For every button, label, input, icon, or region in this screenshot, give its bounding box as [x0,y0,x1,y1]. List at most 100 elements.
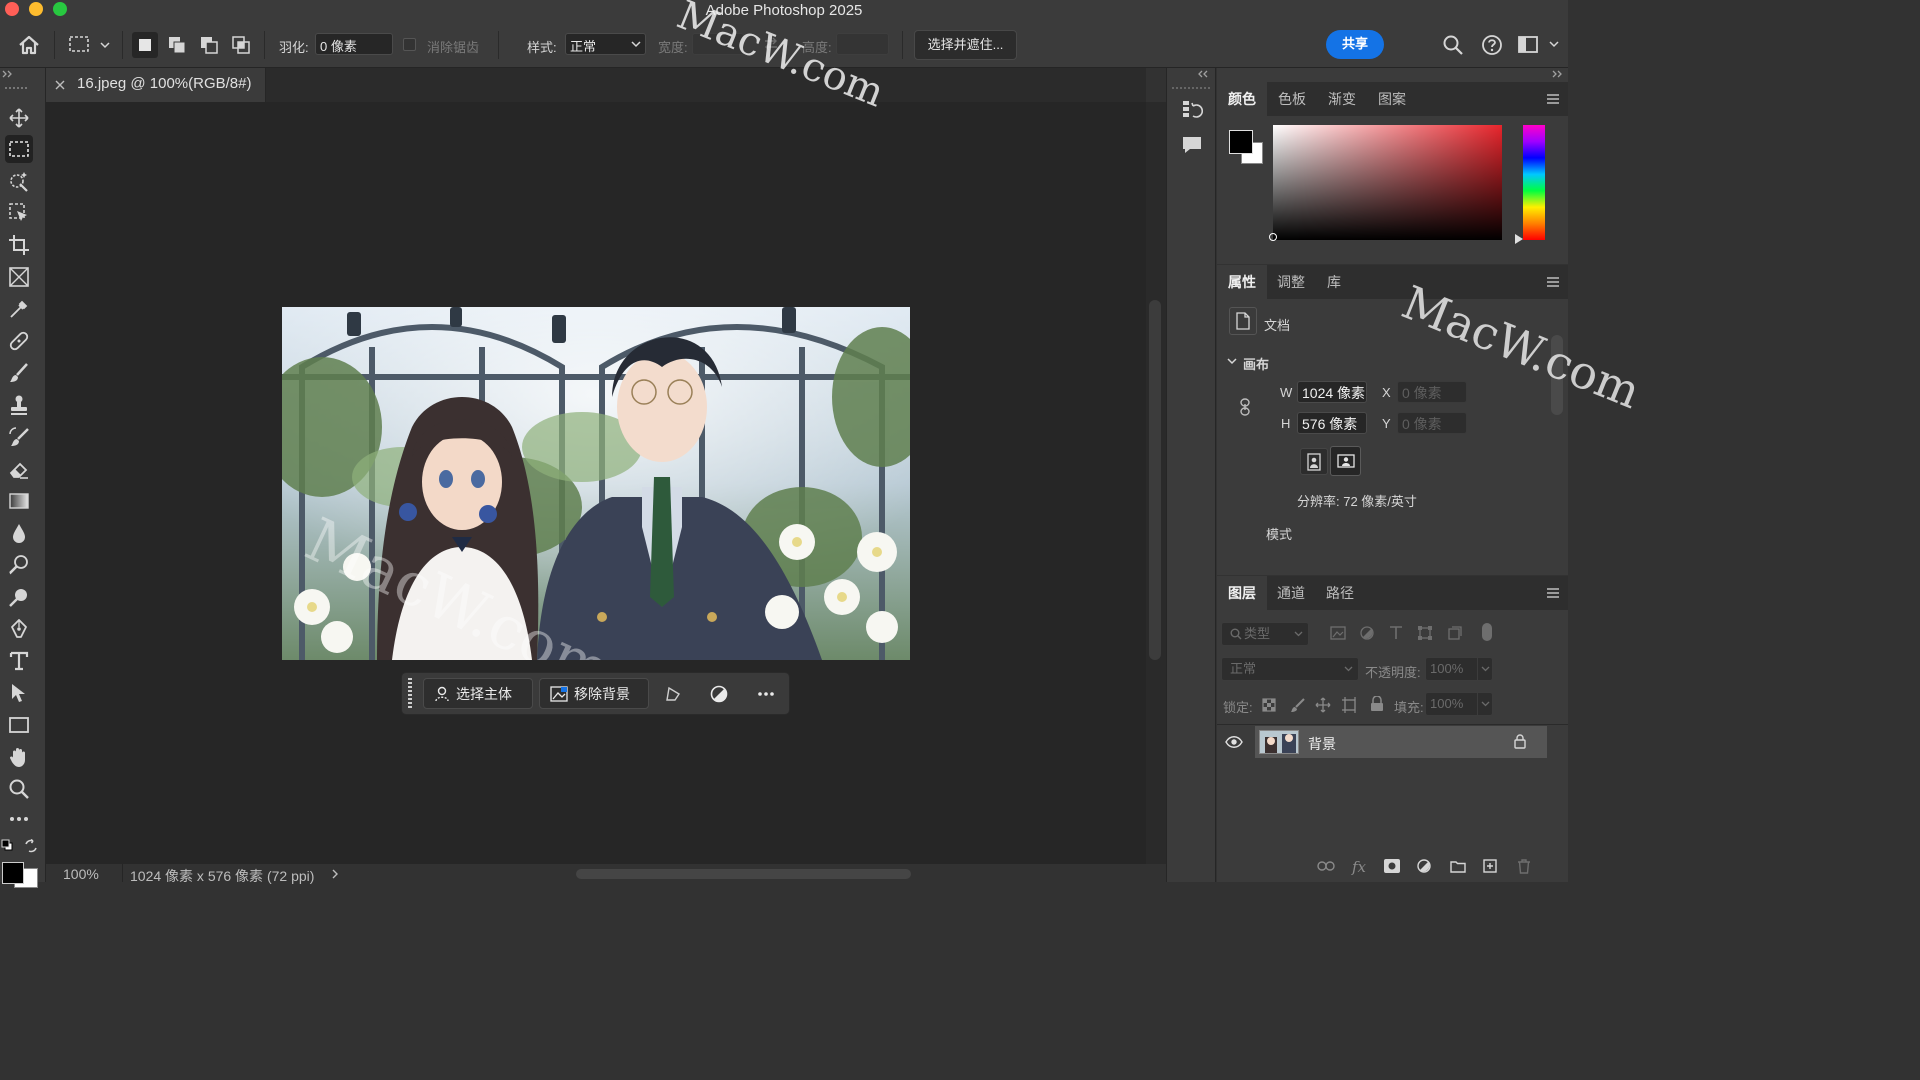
delete-layer-icon[interactable] [1517,859,1531,874]
pen-tool-icon[interactable] [5,615,33,643]
subtract-from-selection-icon[interactable] [196,32,222,58]
object-finder-tool-icon[interactable] [5,199,33,227]
height-input[interactable] [836,33,889,55]
crop-tool-icon[interactable] [5,231,33,259]
foreground-color-chip[interactable] [1229,130,1253,154]
type-tool-icon[interactable] [5,647,33,675]
document-tab[interactable]: 16.jpeg @ 100%(RGB/8#) [46,68,266,102]
tab-patterns[interactable]: 图案 [1367,82,1417,116]
opacity-input[interactable]: 100% [1425,657,1493,681]
history-brush-tool-icon[interactable] [5,423,33,451]
tab-paths[interactable]: 路径 [1315,576,1365,610]
more-options-icon[interactable] [757,686,775,702]
new-group-icon[interactable] [1450,860,1466,873]
collapse-toolbar-icon[interactable] [2,70,14,78]
filter-type-layer-icon[interactable] [1389,626,1403,640]
dodge-tool-icon[interactable] [5,551,33,579]
adjustment-icon[interactable] [710,685,728,703]
home-icon[interactable] [17,34,41,56]
remove-background-button[interactable]: 移除背景 [539,678,649,709]
layer-effects-icon[interactable]: fx [1352,858,1366,876]
history-panel-icon[interactable] [1181,98,1203,120]
canvas-x-input[interactable]: 0 像素 [1397,381,1467,403]
clone-stamp-tool-icon[interactable] [5,391,33,419]
eye-icon[interactable] [1225,736,1243,748]
style-select[interactable]: 正常 [565,33,646,55]
hue-slider-handle[interactable] [1515,234,1523,244]
vertical-scroll-thumb[interactable] [1149,300,1161,660]
filter-adjustment-layer-icon[interactable] [1360,626,1374,640]
tab-properties[interactable]: 属性 [1217,265,1267,299]
rectangle-tool-icon[interactable] [5,711,33,739]
color-picker-cursor[interactable] [1269,233,1277,241]
move-tool-icon[interactable] [5,104,33,132]
link-layers-icon[interactable] [1317,860,1335,872]
lock-position-icon[interactable] [1315,697,1331,713]
close-tab-icon[interactable] [55,80,65,90]
frame-tool-icon[interactable] [5,263,33,291]
eraser-tool-icon[interactable] [5,455,33,483]
tab-channels[interactable]: 通道 [1267,576,1315,610]
comments-panel-icon[interactable] [1181,134,1203,156]
filter-toggle-icon[interactable] [1482,623,1492,641]
toolbar-grip[interactable] [4,86,30,90]
document-info[interactable]: 1024 像素 x 576 像素 (72 ppi) [130,866,314,886]
foreground-color-swatch[interactable] [2,862,24,884]
lock-transparent-pixels-icon[interactable] [1262,698,1276,712]
canvas-y-input[interactable]: 0 像素 [1397,412,1467,434]
portrait-orientation-button[interactable] [1300,448,1328,475]
select-subject-button[interactable]: 选择主体 [423,678,533,709]
fill-input[interactable]: 100% [1425,692,1493,716]
new-selection-icon[interactable] [132,32,158,58]
intersect-selection-icon[interactable] [228,32,254,58]
document-image[interactable]: MacW.com [282,307,910,660]
horizontal-scroll-thumb[interactable] [576,869,911,879]
blend-mode-select[interactable]: 正常 [1221,657,1359,681]
panel-menu-icon[interactable] [1546,588,1560,598]
layer-row[interactable]: 背景 [1217,726,1568,758]
add-to-selection-icon[interactable] [164,32,190,58]
swap-colors-icon[interactable] [24,839,38,853]
tab-libraries[interactable]: 库 [1315,265,1353,299]
hue-slider[interactable] [1515,125,1545,244]
tab-swatches[interactable]: 色板 [1267,82,1317,116]
layer-name[interactable]: 背景 [1308,734,1336,754]
link-dimensions-icon[interactable] [1239,398,1251,416]
blur-tool-icon[interactable] [5,519,33,547]
transform-icon[interactable] [664,685,682,703]
width-input[interactable] [692,33,744,55]
lock-all-icon[interactable] [1370,696,1384,712]
chevron-down-icon[interactable] [1227,357,1237,365]
panel-menu-icon[interactable] [1546,94,1560,104]
add-mask-icon[interactable] [1384,859,1400,873]
landscape-orientation-button[interactable] [1330,446,1361,476]
tab-layers[interactable]: 图层 [1217,576,1267,610]
tab-color[interactable]: 颜色 [1217,82,1267,116]
share-button[interactable]: 共享 [1326,30,1384,59]
filter-smart-object-icon[interactable] [1448,626,1462,640]
brush-tool-icon[interactable] [5,359,33,387]
help-icon[interactable] [1481,34,1503,56]
collapse-panel-icon[interactable] [1552,70,1562,78]
path-selection-tool-icon[interactable] [5,679,33,707]
tab-gradients[interactable]: 渐变 [1317,82,1367,116]
new-adjustment-layer-icon[interactable] [1417,859,1431,873]
search-icon[interactable] [1442,34,1464,56]
hand-tool-icon[interactable] [5,743,33,771]
filter-pixel-layer-icon[interactable] [1330,626,1346,640]
zoom-tool-icon[interactable] [5,775,33,803]
filter-shape-layer-icon[interactable] [1418,626,1432,640]
select-and-mask-button[interactable]: 选择并遮住... [914,30,1017,60]
panel-menu-icon[interactable] [1546,277,1560,287]
workspace-layout-icon[interactable] [1517,35,1559,55]
rectangular-marquee-tool-icon[interactable] [5,135,33,163]
zoom-level[interactable]: 100% [63,866,99,882]
default-colors-icon[interactable] [1,839,13,851]
lock-image-pixels-icon[interactable] [1290,697,1306,713]
more-tools-icon[interactable] [5,805,33,833]
taskbar-grip-icon[interactable] [407,677,413,711]
lock-artboard-icon[interactable] [1342,697,1358,713]
marquee-preset-icon[interactable] [68,35,112,55]
antialias-checkbox[interactable] [403,38,416,51]
tab-adjustments[interactable]: 调整 [1267,265,1315,299]
